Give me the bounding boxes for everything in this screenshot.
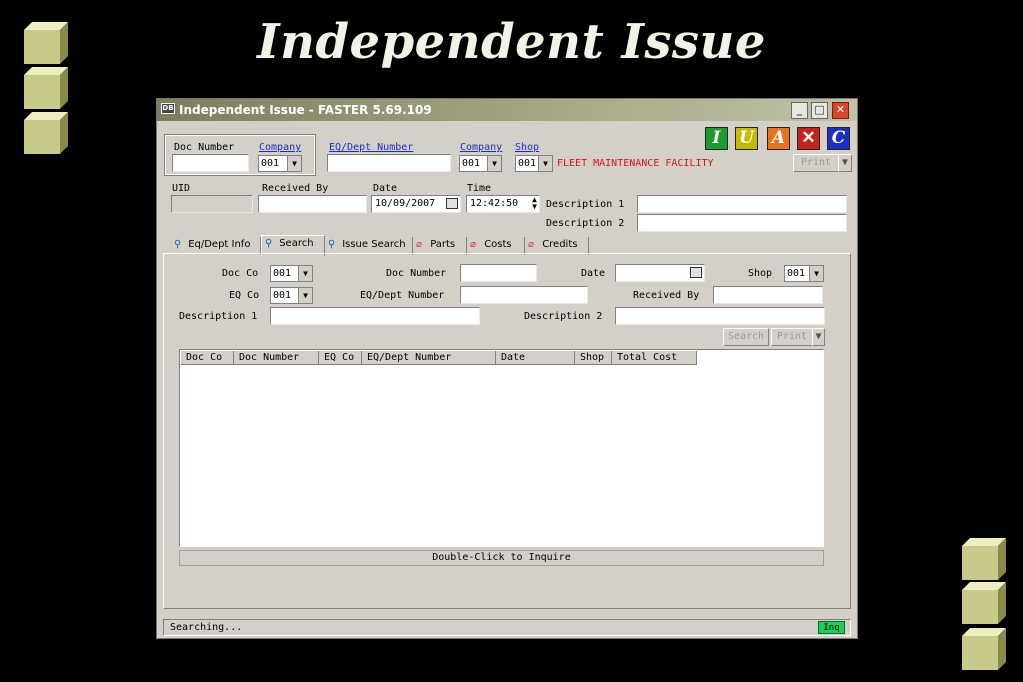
search-description1-label: Description 1	[179, 311, 258, 322]
search-description2-label: Description 2	[524, 311, 603, 322]
print-dropdown[interactable]: ▼	[812, 328, 825, 346]
company-select[interactable]: 001 ▼	[258, 155, 302, 172]
print-button[interactable]: Print	[771, 328, 813, 346]
eq-co-label: EQ Co	[229, 290, 260, 301]
cube-decoration	[962, 582, 1006, 624]
description1-field[interactable]	[637, 195, 847, 213]
chevron-down-icon[interactable]: ▼	[287, 156, 301, 171]
doc-number-label: Doc Number	[174, 142, 235, 153]
paperclip-icon: ⌀	[470, 239, 477, 250]
calendar-icon[interactable]	[690, 267, 702, 278]
doc-number-field[interactable]	[172, 154, 249, 172]
chevron-down-icon[interactable]: ▼	[809, 266, 823, 281]
magnifier-icon: ⚲	[265, 238, 273, 249]
column-header[interactable]: Doc Number	[234, 351, 319, 365]
search-shop-label: Shop	[748, 268, 773, 279]
chevron-down-icon[interactable]: ▼	[487, 156, 501, 171]
search-received-by-label: Received By	[633, 290, 700, 301]
date-label: Date	[373, 183, 398, 194]
cube-decoration	[24, 112, 68, 154]
chevron-down-icon[interactable]: ▼	[298, 266, 312, 281]
company2-label[interactable]: Company	[460, 142, 502, 153]
search-shop-select[interactable]: 001 ▼	[784, 265, 824, 282]
insert-button[interactable]: I	[705, 127, 728, 150]
search-eq-dept-label: EQ/Dept Number	[360, 290, 445, 301]
magnifier-icon: ⚲	[328, 239, 336, 250]
application-window: DB Independent Issue - FASTER 5.69.109 _…	[156, 98, 858, 639]
search-eq-dept-field[interactable]	[460, 286, 588, 304]
shop-select[interactable]: 001 ▼	[515, 155, 553, 172]
eq-dept-field[interactable]	[327, 154, 451, 172]
shop-label[interactable]: Shop	[515, 142, 539, 153]
window-title: Independent Issue - FASTER 5.69.109	[179, 103, 432, 117]
received-by-field[interactable]	[258, 195, 367, 213]
eq-dept-label[interactable]: EQ/Dept Number	[329, 142, 413, 153]
header-print-dropdown[interactable]: ▼	[838, 154, 852, 172]
shop-name: FLEET MAINTENANCE FACILITY	[557, 158, 714, 169]
cube-decoration	[24, 22, 68, 64]
cube-decoration	[962, 628, 1006, 670]
description2-label: Description 2	[546, 218, 625, 229]
column-header[interactable]: EQ Co	[319, 351, 362, 365]
status-text: Searching...	[170, 622, 243, 633]
search-button[interactable]: Search	[723, 328, 769, 346]
date-field[interactable]: 10/09/2007	[371, 195, 461, 213]
paperclip-icon: ⌀	[528, 239, 535, 250]
chevron-down-icon[interactable]: ▼	[538, 156, 552, 171]
received-by-label: Received By	[262, 183, 329, 194]
chevron-down-icon[interactable]: ▼	[298, 288, 312, 303]
column-header[interactable]: EQ/Dept Number	[362, 351, 496, 365]
window-titlebar[interactable]: DB Independent Issue - FASTER 5.69.109 _…	[157, 99, 857, 121]
close-icon[interactable]: ✕	[832, 102, 849, 119]
search-received-by-field[interactable]	[713, 286, 823, 304]
column-header[interactable]: Doc Co	[181, 351, 234, 365]
status-bar: Searching...	[163, 619, 851, 636]
search-description2-field[interactable]	[615, 307, 825, 325]
status-badge: Inq	[818, 621, 845, 634]
doc-co-select[interactable]: 001 ▼	[270, 265, 313, 282]
description1-label: Description 1	[546, 199, 625, 210]
eq-co-select[interactable]: 001 ▼	[270, 287, 313, 304]
cube-decoration	[962, 538, 1006, 580]
results-table[interactable]: Doc Co Doc Number EQ Co EQ/Dept Number D…	[179, 349, 824, 547]
time-label: Time	[467, 183, 492, 194]
description2-field[interactable]	[637, 214, 847, 232]
search-description1-field[interactable]	[270, 307, 480, 325]
search-doc-number-field[interactable]	[460, 264, 537, 282]
add-button[interactable]: A	[767, 127, 790, 150]
uid-field	[171, 195, 253, 213]
company-label[interactable]: Company	[259, 142, 301, 153]
search-date-field[interactable]	[615, 264, 705, 282]
header-print-button[interactable]: Print	[793, 154, 839, 172]
search-doc-number-label: Doc Number	[386, 268, 447, 279]
company2-select[interactable]: 001 ▼	[459, 155, 502, 172]
uid-label: UID	[172, 183, 191, 194]
search-date-label: Date	[581, 268, 606, 279]
column-header[interactable]: Shop	[575, 351, 612, 365]
column-header[interactable]: Total Cost	[612, 351, 697, 365]
paperclip-icon: ⌀	[416, 239, 423, 250]
time-field[interactable]: 12:42:50 ▲ ▼	[466, 195, 540, 213]
column-header[interactable]: Date	[496, 351, 575, 365]
grid-footer: Double-Click to Inquire	[179, 550, 824, 566]
clear-button[interactable]: C	[827, 127, 850, 150]
calendar-icon[interactable]	[446, 198, 458, 209]
app-icon: DB	[161, 103, 175, 114]
slide-title: Independent Issue	[257, 14, 766, 70]
maximize-icon[interactable]: □	[811, 102, 828, 119]
spinner-icon[interactable]: ▲ ▼	[532, 196, 537, 211]
delete-button[interactable]: ✕	[797, 127, 820, 150]
doc-co-label: Doc Co	[222, 268, 259, 279]
magnifier-icon: ⚲	[174, 239, 182, 250]
cube-decoration	[24, 67, 68, 109]
update-button[interactable]: U	[735, 127, 758, 150]
minimize-icon[interactable]: _	[791, 102, 808, 119]
